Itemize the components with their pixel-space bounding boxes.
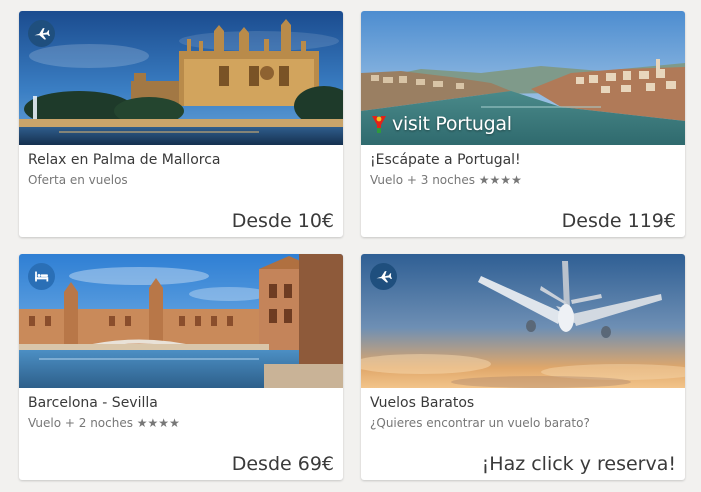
porto-river-image: visit Portugal <box>361 11 685 145</box>
offer-title: Barcelona - Sevilla <box>28 395 158 411</box>
offer-card-sevilla[interactable]: Barcelona - Sevilla Vuelo + 2 noches ★★★… <box>19 254 343 480</box>
plane-icon <box>28 20 55 47</box>
offer-price: Desde 69€ <box>231 453 334 475</box>
offer-cta: ¡Haz click y reserva! <box>481 453 676 475</box>
offer-title: Relax en Palma de Mallorca <box>28 152 221 168</box>
offer-title: Vuelos Baratos <box>370 395 475 411</box>
offer-title: ¡Escápate a Portugal! <box>370 152 521 168</box>
offer-price: Desde 10€ <box>231 210 334 232</box>
offer-card-vuelos-baratos[interactable]: Vuelos Baratos ¿Quieres encontrar un vue… <box>361 254 685 480</box>
plaza-espana-image <box>19 254 343 388</box>
offer-subtitle: Vuelo + 3 noches ★★★★ <box>370 173 522 187</box>
palma-cathedral-image <box>19 11 343 145</box>
visit-portugal-logo-icon <box>372 116 386 133</box>
plane-icon <box>370 263 397 290</box>
airplane-sky-image <box>361 254 685 388</box>
offer-price: Desde 119€ <box>561 210 676 232</box>
offer-subtitle: Oferta en vuelos <box>28 173 128 187</box>
offer-card-palma[interactable]: Relax en Palma de Mallorca Oferta en vue… <box>19 11 343 237</box>
visit-portugal-logo: visit Portugal <box>369 113 512 135</box>
offer-subtitle: Vuelo + 2 noches ★★★★ <box>28 416 180 430</box>
bed-icon <box>28 263 55 290</box>
offer-card-portugal[interactable]: visit Portugal ¡Escápate a Portugal! Vue… <box>361 11 685 237</box>
brand-text: visit Portugal <box>392 113 512 135</box>
offer-subtitle: ¿Quieres encontrar un vuelo barato? <box>370 416 590 430</box>
